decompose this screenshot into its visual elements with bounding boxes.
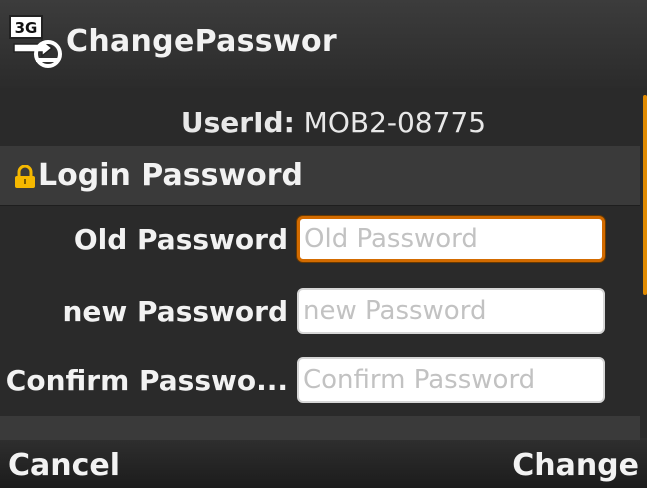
svg-text:3G: 3G bbox=[15, 19, 38, 37]
userid-value: MOB2-08775 bbox=[303, 106, 487, 139]
lock-icon bbox=[15, 165, 35, 188]
title-bar: 3G ChangePasswor bbox=[0, 0, 647, 88]
cancel-button[interactable]: Cancel bbox=[8, 446, 120, 486]
old-password-row: Old Password bbox=[0, 210, 640, 270]
window-title: ChangePasswor bbox=[66, 24, 337, 59]
userid-label: UserId: bbox=[180, 106, 295, 139]
new-password-field[interactable] bbox=[297, 288, 605, 334]
confirm-password-label: Confirm Passwo... bbox=[5, 364, 288, 397]
3g-network-icon: 3G bbox=[9, 15, 62, 68]
softkey-bar: Cancel Change bbox=[0, 440, 647, 488]
old-password-field[interactable] bbox=[297, 216, 605, 262]
confirm-password-field[interactable] bbox=[297, 357, 605, 403]
new-password-row: new Password bbox=[0, 282, 640, 342]
userid-row: UserId: MOB2-08775 bbox=[0, 100, 647, 146]
confirm-password-row: Confirm Passwo... bbox=[0, 351, 640, 411]
login-password-section-header[interactable]: Login Password bbox=[0, 146, 640, 206]
change-button[interactable]: Change bbox=[512, 446, 639, 486]
section-title: Login Password bbox=[38, 158, 304, 193]
new-password-label: new Password bbox=[62, 295, 289, 328]
old-password-label: Old Password bbox=[73, 223, 288, 256]
